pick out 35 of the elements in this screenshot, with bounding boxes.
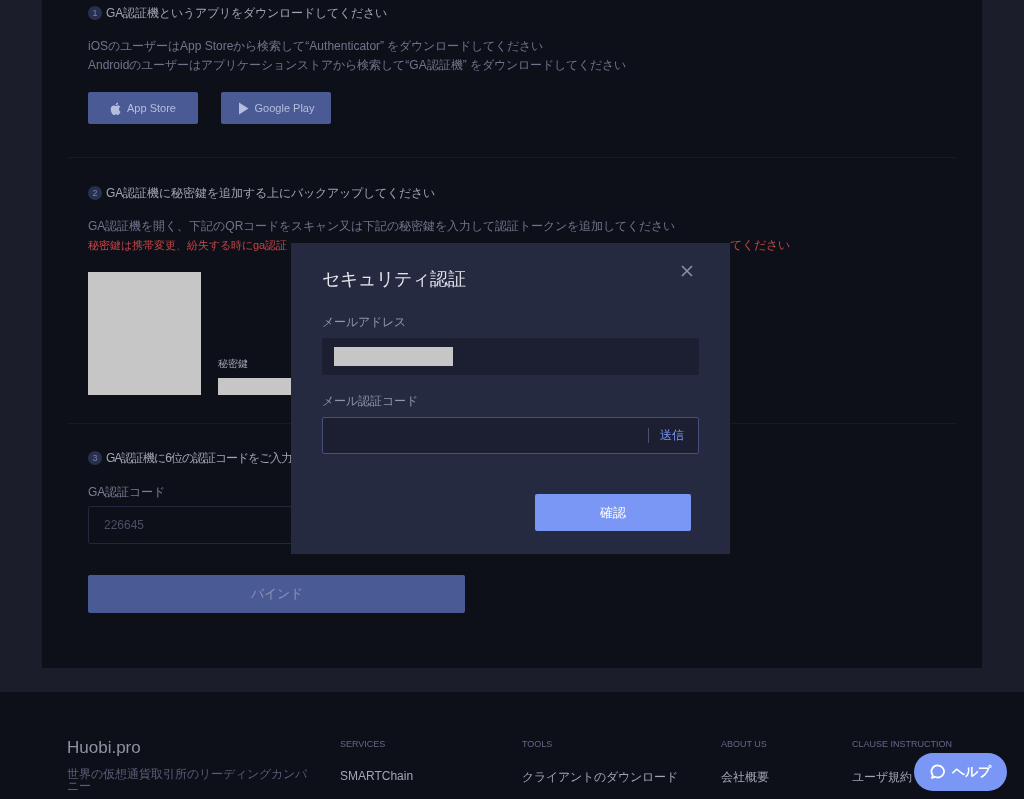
- email-code-field[interactable]: 送信: [322, 417, 699, 454]
- dialog-title: セキュリティ認証: [322, 268, 466, 291]
- field-label: GA認証コード: [88, 484, 167, 501]
- store-button[interactable]: Google Play: [221, 92, 331, 124]
- step-title: GA認証機に6位の認証コードをご入力: [106, 449, 292, 467]
- footer-heading: SERVICES: [340, 739, 386, 749]
- step-number: 3: [88, 451, 102, 465]
- footer-link[interactable]: ユーザ規約: [852, 769, 912, 786]
- footer-heading: CLAUSE INSTRUCTION: [852, 739, 952, 749]
- footer-heading: ABOUT US: [721, 739, 767, 749]
- play-icon: [237, 101, 249, 115]
- step-number: 2: [88, 186, 102, 200]
- tagline: 世界の仮想通貨取引所のリーディングカンパニー: [67, 768, 308, 792]
- footer-heading: TOOLS: [522, 739, 553, 749]
- brand-name: Huobi.pro: [67, 738, 142, 758]
- warning-text: てください: [730, 239, 790, 252]
- secret-key-label: 秘密鍵: [218, 357, 249, 371]
- chat-bubble-icon: [930, 764, 946, 780]
- field-label: メール認証コード: [322, 393, 419, 410]
- footer-link[interactable]: クライアントのダウンロード: [522, 769, 678, 786]
- store-button[interactable]: App Store: [88, 92, 198, 124]
- warning-text: 秘密鍵は携帯変更、紛失する時にga認証: [88, 239, 288, 252]
- email-field[interactable]: [322, 338, 699, 375]
- footer-link[interactable]: SMARTChain: [340, 769, 414, 783]
- instruction-text: GA認証機を開く、下記のQRコードをスキャン又は下記の秘密鍵を入力して認証トークンを追加してください: [88, 220, 677, 233]
- close-icon[interactable]: [681, 265, 693, 277]
- step-title: GA認証機というアプリをダウンロードしてください: [106, 4, 388, 22]
- send-link[interactable]: 送信: [660, 427, 684, 444]
- step-title: GA認証機に秘密鍵を追加する上にバックアップしてください: [106, 184, 436, 202]
- apple-icon: [110, 101, 122, 115]
- footer-link[interactable]: 会社概要: [721, 769, 769, 786]
- field-label: メールアドレス: [322, 314, 407, 331]
- instruction-text: iOSのユーザーはApp Storeから検索して“Authenticator” をダウンロードしてください: [88, 40, 545, 53]
- instruction-text: Androidのユーザーはアプリケーションストアから検索して“GA認証機” をダウンロードしてください: [88, 59, 628, 72]
- step-number: 1: [88, 6, 102, 20]
